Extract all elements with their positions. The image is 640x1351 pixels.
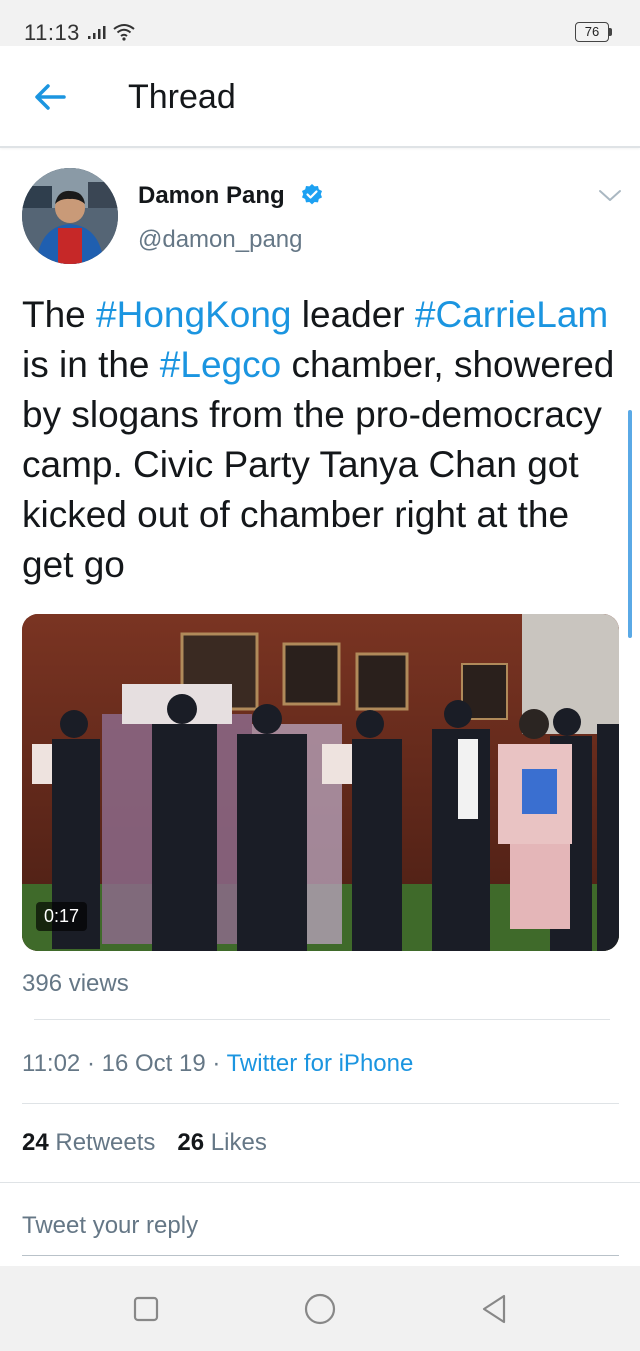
likes-stat[interactable]: 26 Likes — [177, 1129, 266, 1156]
tweet-time: 11:02 — [22, 1050, 81, 1077]
tweet-date: 16 Oct 19 — [101, 1050, 206, 1077]
meta-separator: · — [205, 1050, 227, 1077]
square-recents-icon[interactable] — [128, 1291, 164, 1327]
author-handle[interactable]: @damon_pang — [138, 226, 302, 254]
retweets-label: Retweets — [48, 1129, 156, 1156]
retweets-count: 24 — [22, 1129, 49, 1156]
avatar-image — [22, 168, 118, 264]
retweets-stat[interactable]: 24 Retweets — [22, 1129, 155, 1156]
status-time: 11:13 — [24, 20, 80, 45]
tweet-meta: 11:02 · 16 Oct 19 · Twitter for iPhone — [22, 1050, 413, 1078]
tweet-source-link[interactable]: Twitter for iPhone — [227, 1050, 414, 1077]
system-nav-bar — [0, 1266, 640, 1351]
scrollbar[interactable] — [628, 410, 632, 638]
tweet-text-part: is in the — [22, 344, 160, 385]
tweet-text-part: leader — [291, 294, 415, 335]
tweet-text: The #HongKong leader #CarrieLam is in th… — [22, 290, 622, 590]
likes-count: 26 — [177, 1129, 205, 1156]
circle-home-icon[interactable] — [302, 1291, 338, 1327]
video-duration: 0:17 — [36, 902, 88, 931]
tweet-stats: 24 Retweets 26 Likes — [22, 1129, 267, 1157]
view-count: 396 views — [22, 970, 129, 997]
author-name[interactable]: Damon Pang — [138, 182, 285, 210]
header: Thread — [0, 46, 640, 148]
status-bar: 11:13 76 — [0, 0, 640, 46]
avatar[interactable] — [22, 168, 118, 264]
wifi-icon — [113, 24, 135, 41]
reply-input[interactable] — [22, 1196, 619, 1256]
divider — [34, 1019, 610, 1020]
battery-level: 76 — [575, 22, 609, 42]
video-player[interactable]: 0:17 — [22, 614, 619, 951]
likes-label: Likes — [204, 1129, 267, 1156]
hashtag-link[interactable]: #HongKong — [96, 294, 291, 335]
page-title: Thread — [128, 78, 236, 116]
divider — [0, 1182, 640, 1183]
battery-icon: 76 — [575, 22, 613, 42]
triangle-back-icon[interactable] — [476, 1291, 512, 1327]
meta-separator: · — [80, 1050, 102, 1077]
battery-tip — [609, 28, 612, 36]
divider — [22, 1103, 619, 1104]
signal-icon — [88, 26, 106, 39]
tweet-text-part: The — [22, 294, 97, 335]
chevron-down-icon[interactable] — [597, 188, 623, 204]
hashtag-link[interactable]: #CarrieLam — [415, 294, 608, 335]
video-thumbnail — [22, 614, 619, 951]
back-arrow-icon[interactable] — [30, 80, 70, 114]
hashtag-link[interactable]: #Legco — [160, 344, 281, 385]
verified-badge-icon — [302, 184, 322, 205]
